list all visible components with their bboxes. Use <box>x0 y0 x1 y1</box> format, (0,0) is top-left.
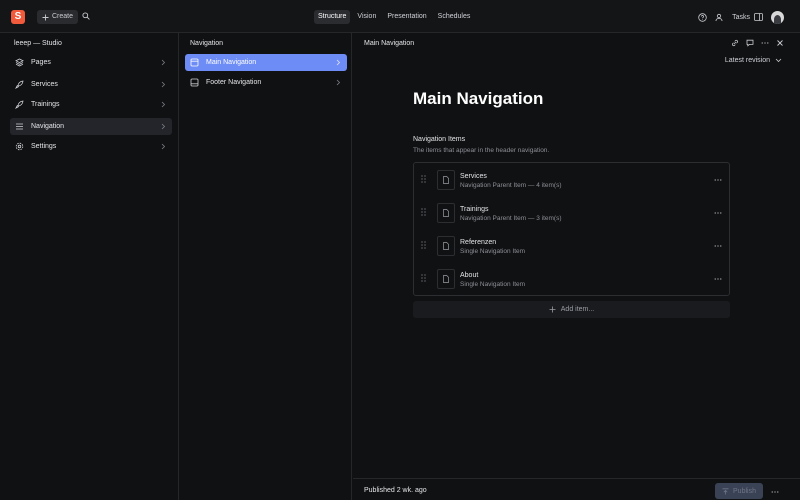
window-footer-icon <box>190 78 199 87</box>
document-icon <box>437 269 455 289</box>
list-item-main-navigation[interactable]: Main Navigation <box>185 54 347 71</box>
sidebar-item-label: Pages <box>31 59 51 66</box>
search-icon[interactable] <box>82 12 90 20</box>
gear-icon <box>15 142 24 151</box>
chevron-down-icon <box>775 58 782 63</box>
pane-title: leeep — Studio <box>14 40 62 47</box>
add-item-label: Add item... <box>560 306 595 313</box>
avatar[interactable] <box>771 10 784 24</box>
window-icon <box>190 58 199 67</box>
list-item-label: Footer Navigation <box>206 79 262 86</box>
tab-schedules[interactable]: Schedules <box>434 10 475 24</box>
close-icon[interactable] <box>776 39 784 47</box>
structure-pane: leeep — Studio Pages Services Trainings … <box>0 33 179 500</box>
chevron-right-icon <box>161 59 166 66</box>
tasks-button[interactable]: Tasks <box>732 13 763 21</box>
create-label: Create <box>52 13 74 20</box>
tool-tabs: Structure Vision Presentation Schedules <box>314 10 474 24</box>
drag-handle-icon[interactable] <box>421 208 426 216</box>
plus-icon <box>549 306 556 313</box>
field-description: The items that appear in the header navi… <box>413 147 550 154</box>
list-item-footer-navigation[interactable]: Footer Navigation <box>185 74 347 91</box>
chevron-right-icon <box>161 143 166 150</box>
sidebar-item-navigation[interactable]: Navigation <box>10 118 172 135</box>
item-title: Trainings <box>460 206 489 213</box>
users-icon[interactable] <box>715 13 724 22</box>
list-item[interactable]: Services Navigation Parent Item — 4 item… <box>414 164 729 197</box>
published-status: Published 2 wk. ago <box>364 487 427 494</box>
sidebar-item-trainings[interactable]: Trainings <box>10 96 172 113</box>
chevron-right-icon <box>336 79 341 86</box>
more-icon[interactable] <box>771 488 779 496</box>
tasks-label: Tasks <box>732 13 750 21</box>
revision-label: Latest revision <box>724 57 770 64</box>
document-icon <box>437 170 455 190</box>
drag-handle-icon[interactable] <box>421 241 426 249</box>
sidebar-item-settings[interactable]: Settings <box>10 138 172 155</box>
panel-icon <box>754 13 763 21</box>
tab-presentation[interactable]: Presentation <box>383 10 430 24</box>
rocket-icon <box>15 100 24 109</box>
more-icon[interactable] <box>714 176 722 184</box>
top-right-actions: Tasks <box>698 10 784 24</box>
chevron-right-icon <box>161 101 166 108</box>
more-icon[interactable] <box>761 39 769 47</box>
plus-icon <box>42 14 49 21</box>
drag-handle-icon[interactable] <box>421 175 426 183</box>
publish-label: Publish <box>733 487 756 495</box>
menu-icon <box>15 122 24 131</box>
item-subtitle: Navigation Parent Item — 4 item(s) <box>460 182 562 189</box>
pane-title: Main Navigation <box>364 40 415 47</box>
sidebar-item-services[interactable]: Services <box>10 76 172 93</box>
publish-button[interactable]: Publish <box>715 483 763 499</box>
sidebar-item-label: Services <box>31 81 58 88</box>
pane-title: Navigation <box>190 40 224 47</box>
item-title: Referenzen <box>460 239 497 246</box>
add-item-button[interactable]: Add item... <box>413 301 730 318</box>
chevron-right-icon <box>161 81 166 88</box>
more-icon[interactable] <box>714 275 722 283</box>
stack-icon <box>15 58 24 67</box>
comment-icon[interactable] <box>746 39 754 47</box>
document-pane: Main Navigation Latest revision Main Nav… <box>353 33 800 500</box>
document-title: Main Navigation <box>413 89 544 108</box>
document-icon <box>437 236 455 256</box>
list-item-label: Main Navigation <box>206 59 257 66</box>
help-icon[interactable] <box>698 12 707 22</box>
tab-structure[interactable]: Structure <box>314 10 351 24</box>
list-item[interactable]: Referenzen Single Navigation Item <box>414 230 729 263</box>
revision-selector[interactable]: Latest revision <box>725 57 782 64</box>
document-icon <box>437 203 455 223</box>
chevron-right-icon <box>336 59 341 66</box>
studio-logo[interactable]: S <box>11 10 25 24</box>
field-label: Navigation Items <box>413 136 466 143</box>
item-subtitle: Single Navigation Item <box>460 281 526 288</box>
sidebar-item-pages[interactable]: Pages <box>10 54 172 71</box>
publish-icon <box>722 487 729 495</box>
more-icon[interactable] <box>714 209 722 217</box>
document-footer: Published 2 wk. ago Publish <box>353 478 800 500</box>
item-title: About <box>460 272 479 279</box>
top-bar: S Create Structure Vision Presentation S… <box>0 0 800 33</box>
sidebar-item-label: Trainings <box>31 101 60 108</box>
more-icon[interactable] <box>714 242 722 250</box>
sidebar-item-label: Settings <box>31 143 57 150</box>
drag-handle-icon[interactable] <box>421 274 426 282</box>
document-actions <box>731 39 784 47</box>
item-title: Services <box>460 173 487 180</box>
item-subtitle: Navigation Parent Item — 3 item(s) <box>460 215 562 222</box>
list-item[interactable]: Trainings Navigation Parent Item — 3 ite… <box>414 197 729 230</box>
navigation-pane: Navigation Main Navigation Footer Naviga… <box>180 33 352 500</box>
create-button[interactable]: Create <box>37 10 79 24</box>
sidebar-item-label: Navigation <box>31 123 65 130</box>
rocket-icon <box>15 80 24 89</box>
item-subtitle: Single Navigation Item <box>460 248 526 255</box>
chevron-right-icon <box>161 123 166 130</box>
tab-vision[interactable]: Vision <box>353 10 380 24</box>
link-icon[interactable] <box>731 39 739 47</box>
navigation-items-list: Services Navigation Parent Item — 4 item… <box>413 162 730 296</box>
list-item[interactable]: About Single Navigation Item <box>414 263 729 296</box>
